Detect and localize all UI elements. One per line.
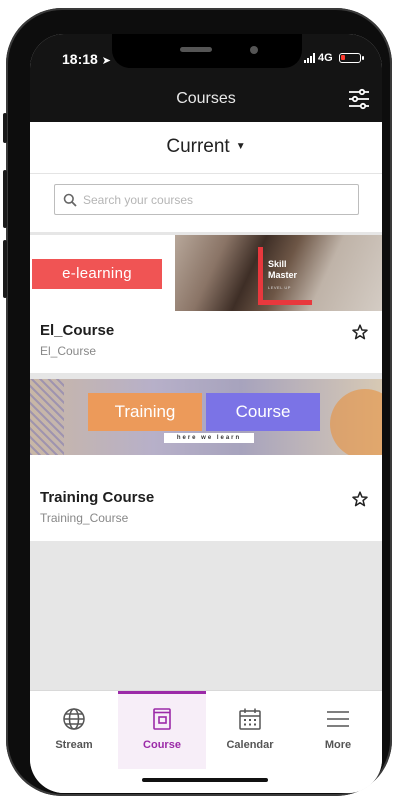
phone-frame: 18:18 ➤ 4G Courses Current ▼ Search your…: [3, 8, 392, 796]
nav-course[interactable]: Course: [118, 691, 206, 769]
course-subtitle: Training_Course: [40, 511, 129, 525]
filter-settings-icon[interactable]: [348, 88, 370, 110]
calendar-icon: [239, 708, 261, 730]
battery-icon: [338, 53, 364, 63]
course-filter-value: Current: [166, 136, 230, 157]
search-input[interactable]: [83, 192, 343, 207]
menu-icon: [327, 711, 349, 727]
mute-switch: [3, 113, 7, 143]
course-card-training-course[interactable]: Training Course here we learn Training C…: [30, 379, 382, 541]
brand-line1: Skill: [268, 259, 287, 269]
course-title: Training Course: [40, 489, 155, 506]
home-indicator[interactable]: [142, 778, 268, 782]
app-screen: 18:18 ➤ 4G Courses Current ▼ Search your…: [30, 34, 382, 793]
nav-label: More: [324, 739, 352, 751]
course-banner-image: Training Course here we learn: [30, 379, 382, 455]
signal-bars-icon: [304, 53, 315, 63]
camera: [250, 46, 258, 54]
banner-tag-course: Course: [206, 393, 320, 431]
brand-sub: LEVEL UP: [268, 285, 291, 290]
nav-label: Stream: [55, 739, 93, 751]
banner-tag: e-learning: [32, 259, 162, 289]
nav-label: Calendar: [226, 739, 274, 751]
course-book-icon: [153, 708, 171, 730]
speaker: [180, 47, 212, 52]
network-type: 4G: [318, 52, 333, 64]
course-subtitle: El_Course: [40, 344, 97, 358]
brand-logo-text: Skill Master: [268, 259, 297, 281]
brand-line2: Master: [268, 270, 298, 280]
nav-stream[interactable]: Stream: [30, 691, 118, 769]
favorite-star-icon[interactable]: [352, 491, 368, 507]
status-bar: 18:18 ➤ 4G Courses: [30, 34, 382, 122]
caret-down-icon: ▼: [235, 141, 246, 153]
status-time-text: 18:18: [62, 51, 98, 67]
course-filter-label: Current ▼: [30, 136, 382, 158]
search-section: [30, 174, 382, 232]
banner-tagline: here we learn: [164, 433, 254, 443]
notch: [112, 34, 302, 68]
course-banner-image: e-learning Skill Master LEVEL UP: [30, 235, 382, 311]
search-box[interactable]: [54, 184, 359, 215]
banner-stripes: [30, 379, 64, 455]
course-filter-dropdown[interactable]: Current ▼: [30, 122, 382, 174]
banner-tag-training: Training: [88, 393, 202, 431]
search-icon: [63, 193, 77, 207]
favorite-star-icon[interactable]: [352, 324, 368, 340]
status-time: 18:18 ➤: [62, 51, 111, 67]
nav-label: Course: [143, 739, 181, 751]
globe-icon: [63, 708, 85, 730]
nav-calendar[interactable]: Calendar: [206, 691, 294, 769]
signal-status: 4G: [304, 52, 364, 64]
course-title: El_Course: [40, 322, 115, 339]
course-card-el-course[interactable]: e-learning Skill Master LEVEL UP El_Cours…: [30, 235, 382, 373]
banner-circle: [330, 389, 382, 455]
volume-up-button: [3, 170, 7, 228]
location-arrow-icon: ➤: [101, 55, 111, 67]
page-title: Courses: [176, 90, 236, 107]
nav-more[interactable]: More: [294, 691, 382, 769]
volume-down-button: [3, 240, 7, 298]
